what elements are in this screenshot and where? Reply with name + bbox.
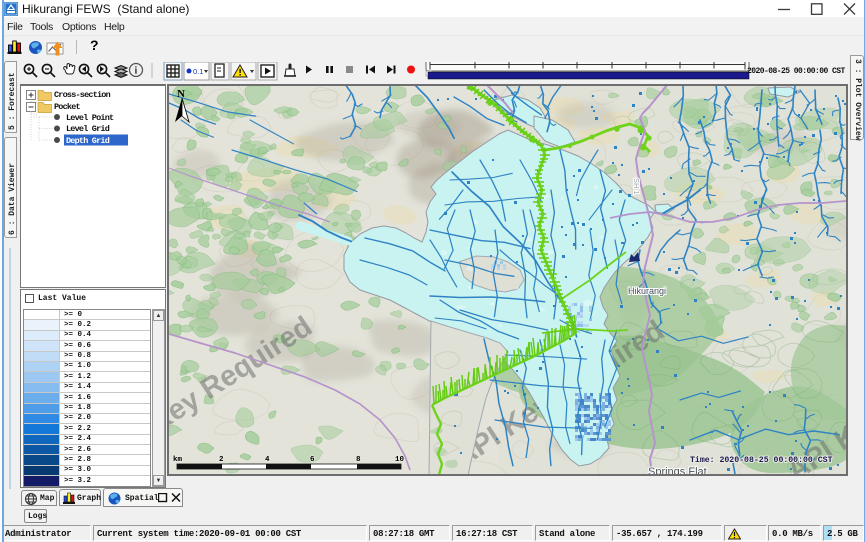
svg-text:N: N xyxy=(177,88,185,100)
svg-text:Springs Flat: Springs Flat xyxy=(648,466,707,475)
svg-text:Time: 2020-08-25 00:00:00 CST: Time: 2020-08-25 00:00:00 CST xyxy=(690,455,833,465)
svg-text:10: 10 xyxy=(395,456,405,464)
svg-text:4: 4 xyxy=(265,456,270,464)
svg-text:2: 2 xyxy=(219,456,224,464)
svg-text:6: 6 xyxy=(310,456,315,464)
svg-text:Hikurangi: Hikurangi xyxy=(628,286,666,296)
svg-text:8: 8 xyxy=(356,456,361,464)
svg-text:0.1: 0.1 xyxy=(193,67,203,76)
svg-text:SH 1: SH 1 xyxy=(632,178,641,195)
svg-text:i: i xyxy=(135,66,138,77)
svg-text:2020-08-25 00:00:00 CST: 2020-08-25 00:00:00 CST xyxy=(747,67,846,76)
svg-text:km: km xyxy=(173,456,183,464)
